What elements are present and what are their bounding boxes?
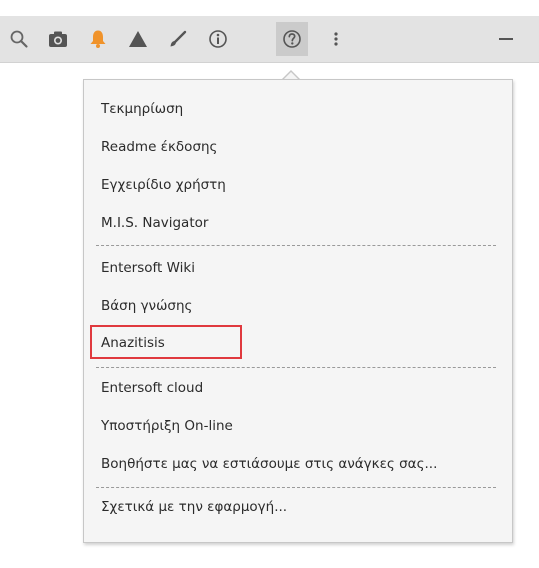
toolbar bbox=[0, 16, 539, 63]
menu-item-about[interactable]: Σχετικά με την εφαρμογή... bbox=[101, 498, 287, 516]
menu-separator bbox=[96, 245, 496, 246]
minimize-icon bbox=[499, 38, 513, 40]
info-button[interactable] bbox=[202, 22, 234, 56]
brush-button[interactable] bbox=[162, 22, 194, 56]
camera-icon bbox=[49, 31, 67, 47]
help-button[interactable] bbox=[276, 22, 308, 56]
alert-button[interactable] bbox=[122, 22, 154, 56]
info-icon bbox=[209, 30, 227, 48]
menu-item-documentation[interactable]: Τεκμηρίωση bbox=[101, 100, 183, 118]
more-vertical-icon bbox=[334, 32, 338, 46]
brush-icon bbox=[170, 30, 187, 47]
notifications-button[interactable] bbox=[82, 22, 114, 56]
minimize-button[interactable] bbox=[490, 22, 522, 56]
triangle-icon bbox=[129, 31, 147, 47]
help-icon bbox=[283, 30, 301, 48]
menu-item-feedback[interactable]: Βοηθήστε μας να εστιάσουμε στις ανάγκες … bbox=[101, 455, 437, 473]
search-icon bbox=[10, 30, 28, 48]
search-button[interactable] bbox=[3, 22, 35, 56]
menu-separator bbox=[96, 367, 496, 368]
menu-item-knowledge-base[interactable]: Βάση γνώσης bbox=[101, 297, 192, 315]
help-menu: Τεκμηρίωση Readme έκδοσης Εγχειρίδιο χρή… bbox=[83, 79, 513, 543]
menu-item-entersoft-wiki[interactable]: Entersoft Wiki bbox=[101, 259, 195, 277]
menu-item-readme[interactable]: Readme έκδοσης bbox=[101, 138, 217, 156]
more-button[interactable] bbox=[326, 22, 346, 56]
menu-item-online-support[interactable]: Υποστήριξη On-line bbox=[101, 417, 233, 435]
menu-item-entersoft-cloud[interactable]: Entersoft cloud bbox=[101, 379, 203, 397]
highlight-box bbox=[90, 325, 242, 359]
bell-icon bbox=[90, 30, 106, 48]
menu-separator bbox=[96, 487, 496, 488]
menu-item-user-manual[interactable]: Εγχειρίδιο χρήστη bbox=[101, 176, 226, 194]
menu-item-mis-navigator[interactable]: M.I.S. Navigator bbox=[101, 214, 208, 232]
camera-button[interactable] bbox=[42, 22, 74, 56]
